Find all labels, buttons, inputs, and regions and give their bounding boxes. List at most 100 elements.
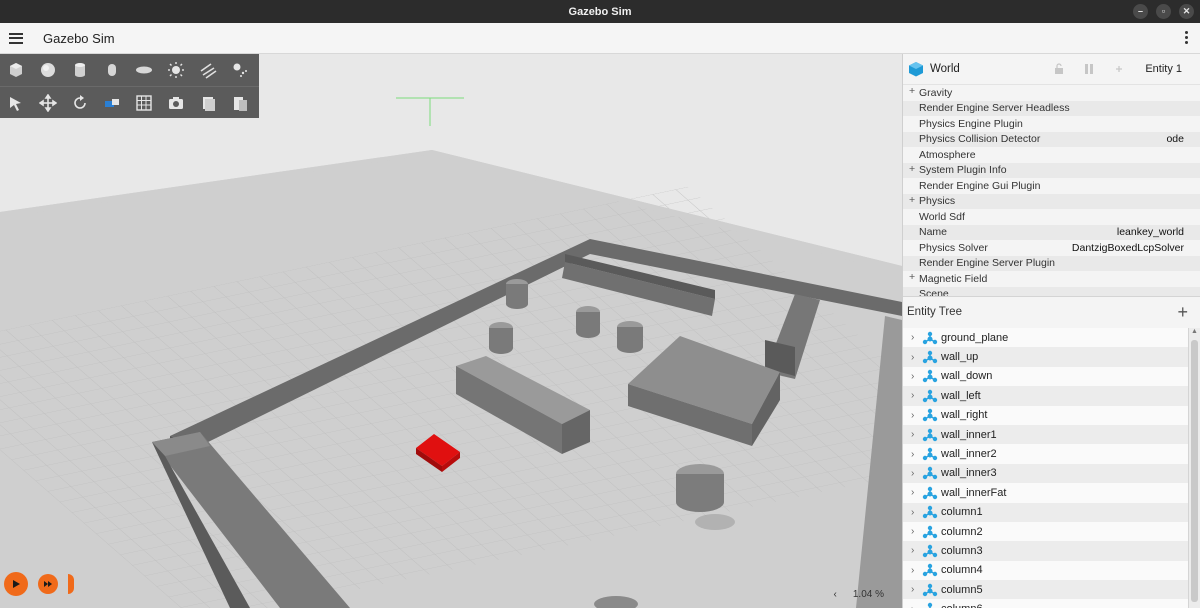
more-options-icon[interactable] [1185, 31, 1188, 44]
model-icon [922, 525, 938, 538]
entity-tree-item[interactable]: › column6 [903, 599, 1188, 608]
spot-light-icon[interactable] [224, 54, 256, 86]
ellipsoid-icon[interactable] [128, 54, 160, 86]
model-icon [927, 602, 933, 608]
chevron-right-icon[interactable]: › [911, 507, 921, 518]
box-icon[interactable] [0, 54, 32, 86]
shapes-toolbar [0, 54, 259, 118]
component-label: System Plugin Info [919, 164, 1007, 177]
component-row[interactable]: + Magnetic Field [903, 271, 1200, 287]
chevron-right-icon[interactable]: › [911, 526, 921, 537]
chevron-right-icon[interactable]: › [911, 410, 921, 421]
add-component-icon[interactable] [1113, 63, 1125, 75]
entity-tree-item[interactable]: › wall_inner3 [903, 463, 1188, 484]
expand-icon[interactable]: + [909, 194, 915, 206]
steps-count-button[interactable] [68, 574, 74, 594]
scene-render[interactable] [0, 54, 902, 608]
grid-config-icon[interactable] [128, 87, 160, 119]
chevron-right-icon[interactable]: › [911, 371, 921, 382]
window-title: Gazebo Sim [568, 5, 632, 18]
entity-tree-item[interactable]: › column3 [903, 541, 1188, 561]
entity-name: column6 [941, 603, 983, 608]
entity-tree-item[interactable]: › column1 [903, 502, 1188, 522]
directional-light-icon[interactable] [192, 54, 224, 86]
entity-tree-item[interactable]: › wall_up [903, 347, 1188, 367]
component-label: Physics Engine Plugin [919, 117, 1023, 130]
play-button[interactable] [4, 572, 28, 596]
component-value: ode [1166, 133, 1184, 146]
expand-icon[interactable]: + [909, 163, 915, 175]
component-row[interactable]: + Physics [903, 193, 1200, 209]
chevron-right-icon[interactable]: › [911, 390, 921, 401]
entity-name: ground_plane [941, 331, 1009, 344]
entity-tree-item[interactable]: › ground_plane [903, 328, 1188, 347]
menu-icon[interactable] [9, 32, 23, 44]
component-list: + Gravity Render Engine Server Headless Phy… [903, 85, 1200, 296]
window-controls: – ▫ ✕ [1133, 4, 1194, 19]
scene-viewport[interactable]: ‹ 1.04 % [0, 54, 902, 608]
entity-tree-item[interactable]: › wall_inner2 [903, 444, 1188, 463]
chevron-right-icon[interactable]: › [911, 352, 921, 363]
transform-control-icon[interactable] [96, 87, 128, 119]
chevron-right-icon[interactable]: › [911, 584, 921, 595]
entity-tree-item[interactable]: › wall_innerFat [903, 483, 1188, 502]
entity-tree-item[interactable]: › wall_down [903, 367, 1188, 386]
playback-controls [4, 572, 74, 596]
chevron-right-icon[interactable]: › [911, 545, 921, 556]
component-label: Render Engine Server Headless [919, 102, 1070, 115]
cylinder-icon[interactable] [64, 54, 96, 86]
inspector-title: World [930, 63, 960, 75]
component-row: Render Engine Gui Plugin [903, 178, 1200, 194]
right-panel: World Entity 1 + Gravity Render Engine Ser… [902, 54, 1200, 608]
select-icon[interactable] [0, 87, 32, 119]
scroll-thumb[interactable] [1191, 340, 1198, 602]
minimize-icon[interactable]: – [1133, 4, 1148, 19]
expand-icon[interactable]: + [909, 271, 915, 283]
entity-tree-item[interactable]: › column5 [903, 580, 1188, 600]
model-icon [922, 331, 938, 344]
component-row: Physics Engine Plugin [903, 116, 1200, 132]
expand-icon[interactable]: + [909, 85, 915, 97]
entity-tree-item[interactable]: › wall_left [903, 386, 1188, 406]
screenshot-icon[interactable] [160, 87, 192, 119]
entity-tree-item[interactable]: › column4 [903, 561, 1188, 580]
rtf-collapse-icon[interactable]: ‹ [834, 589, 837, 600]
step-button[interactable] [38, 574, 58, 594]
entity-tree-item[interactable]: › wall_inner1 [903, 424, 1188, 445]
paste-icon[interactable] [224, 87, 256, 119]
chevron-right-icon[interactable]: › [911, 468, 921, 479]
lock-icon[interactable] [1053, 63, 1065, 75]
entity-tree-item[interactable]: › wall_right [903, 406, 1188, 425]
component-label: Magnetic Field [919, 272, 988, 285]
add-entity-button[interactable]: + [1177, 302, 1188, 323]
app-title: Gazebo Sim [43, 30, 115, 46]
component-row[interactable]: + System Plugin Info [903, 162, 1200, 178]
maximize-icon[interactable]: ▫ [1156, 4, 1171, 19]
model-icon [922, 409, 938, 422]
close-icon[interactable]: ✕ [1179, 4, 1194, 19]
scroll-up-icon[interactable]: ▲ [1189, 328, 1200, 338]
rotate-icon[interactable] [64, 87, 96, 119]
entity-tree-item[interactable]: › column2 [903, 522, 1188, 541]
model-icon [922, 583, 938, 596]
entity-name: column1 [941, 506, 983, 519]
sphere-icon[interactable] [32, 54, 64, 86]
entity-tree-scrollbar[interactable]: ▲ [1188, 328, 1200, 608]
pause-icon[interactable] [1083, 63, 1095, 75]
sun-light-icon[interactable] [160, 54, 192, 86]
chevron-right-icon[interactable]: › [911, 429, 921, 440]
chevron-right-icon[interactable]: › [911, 604, 921, 608]
translate-icon[interactable] [32, 87, 64, 119]
chevron-right-icon[interactable]: › [911, 487, 921, 498]
entity-tree-header: Entity Tree + [903, 296, 1200, 327]
chevron-right-icon[interactable]: › [911, 449, 921, 460]
rtf-value: 1.04 % [852, 589, 884, 600]
model-icon [922, 370, 938, 383]
copy-icon[interactable] [192, 87, 224, 119]
chevron-right-icon[interactable]: › [911, 332, 921, 343]
chevron-right-icon[interactable]: › [911, 565, 921, 576]
component-row: Scene [903, 286, 1200, 296]
entity-name: wall_down [941, 370, 993, 383]
component-row[interactable]: + Gravity [903, 85, 1200, 101]
capsule-icon[interactable] [96, 54, 128, 86]
